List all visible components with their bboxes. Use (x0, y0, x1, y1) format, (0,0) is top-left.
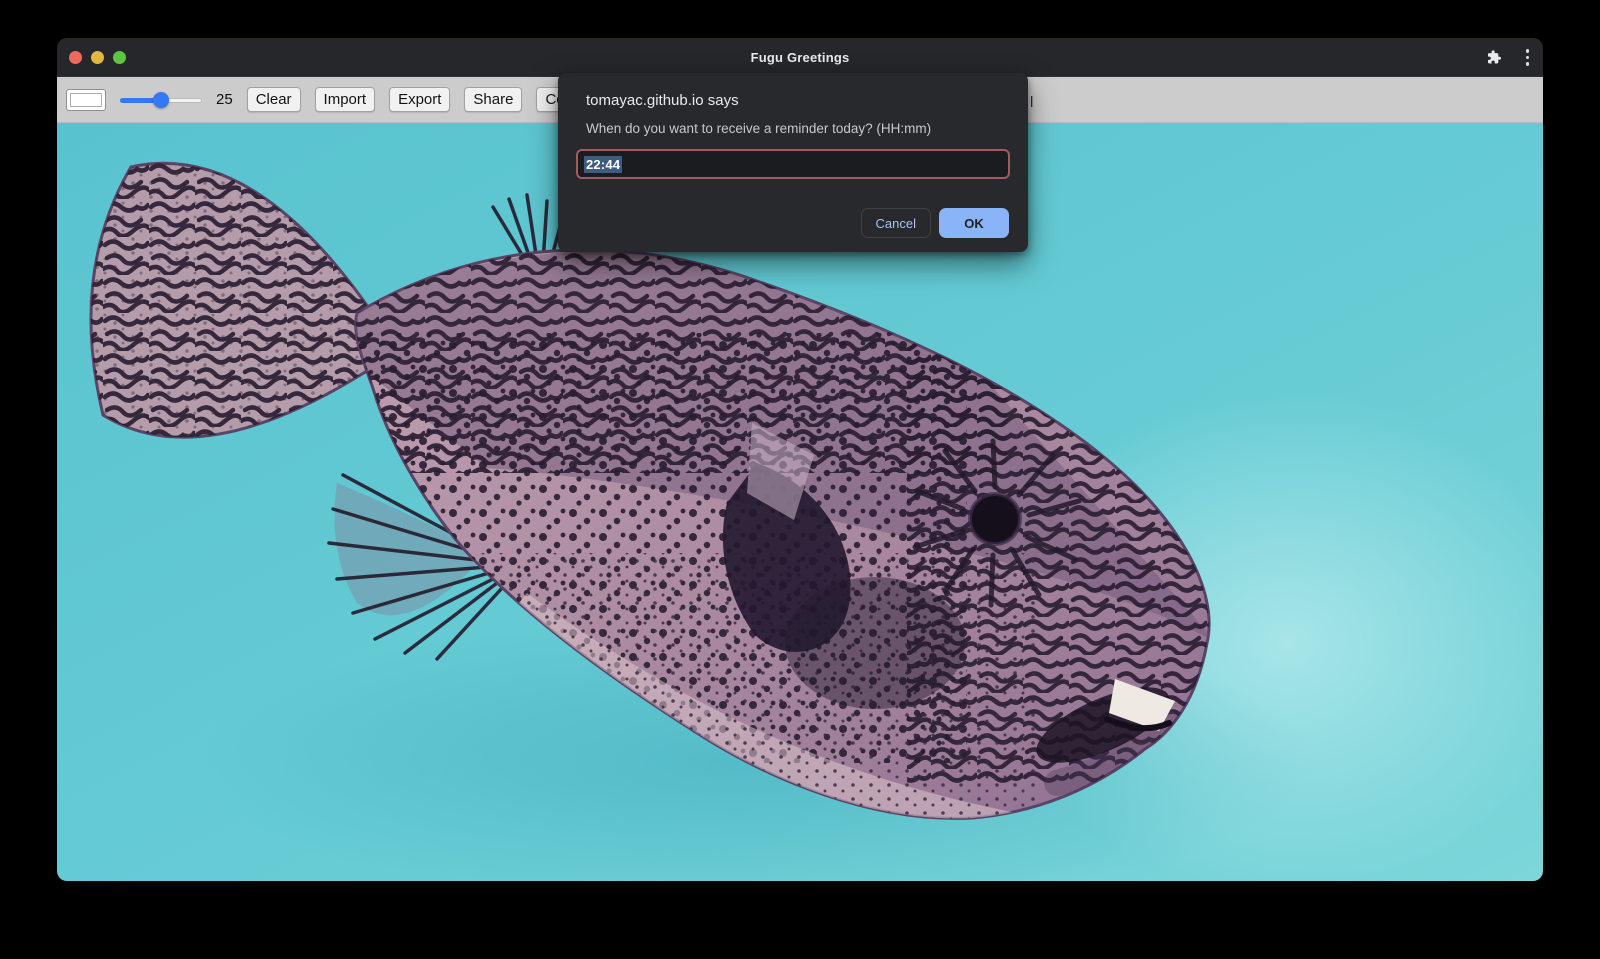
slider-thumb[interactable] (153, 92, 169, 108)
zoom-window-button[interactable] (113, 51, 126, 64)
minimize-window-button[interactable] (91, 51, 104, 64)
more-menu-icon[interactable] (1526, 49, 1530, 66)
close-window-button[interactable] (69, 51, 82, 64)
js-prompt-dialog: tomayac.github.io says When do you want … (558, 73, 1028, 252)
titlebar[interactable]: Fugu Greetings (57, 38, 1543, 77)
dialog-origin-title: tomayac.github.io says (586, 92, 1000, 109)
obscured-button-text-fragment: l (1030, 93, 1033, 112)
cancel-button[interactable]: Cancel (861, 208, 931, 238)
dialog-message: When do you want to receive a reminder t… (586, 121, 1000, 136)
selected-input-text: 22:44 (584, 156, 622, 173)
window-title: Fugu Greetings (57, 50, 1543, 65)
brush-size-value: 25 (216, 91, 233, 108)
export-button[interactable]: Export (389, 87, 450, 112)
color-picker-current-color (70, 93, 102, 107)
extensions-puzzle-icon[interactable] (1485, 49, 1502, 66)
ok-button[interactable]: OK (939, 208, 1009, 238)
share-button[interactable]: Share (464, 87, 522, 112)
traffic-lights (69, 51, 126, 64)
import-button[interactable]: Import (315, 87, 376, 112)
clear-button[interactable]: Clear (247, 87, 301, 112)
reminder-time-input[interactable]: 22:44 (576, 149, 1010, 179)
app-window: Fugu Greetings 25 Clear Import Export Sh… (57, 38, 1543, 881)
brush-size-slider[interactable] (120, 91, 202, 109)
color-picker-swatch[interactable] (66, 89, 106, 111)
